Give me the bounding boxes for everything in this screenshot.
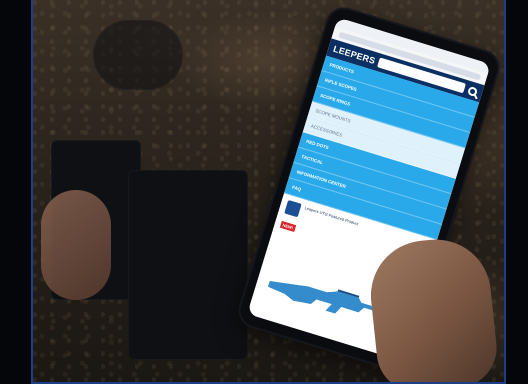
scope-lens xyxy=(93,20,183,90)
left-letterbox xyxy=(0,0,31,384)
photo-frame: LEEPERS PRODUCTS RIFLE SCOPES SCOPE RING… xyxy=(0,0,528,384)
search-icon xyxy=(467,85,479,97)
new-badge: NEW! xyxy=(279,220,296,232)
left-hand xyxy=(41,190,111,300)
photograph: LEEPERS PRODUCTS RIFLE SCOPES SCOPE RING… xyxy=(31,0,506,384)
brand-mark xyxy=(284,199,302,218)
right-letterbox xyxy=(506,0,528,384)
tactical-gear xyxy=(128,170,248,360)
